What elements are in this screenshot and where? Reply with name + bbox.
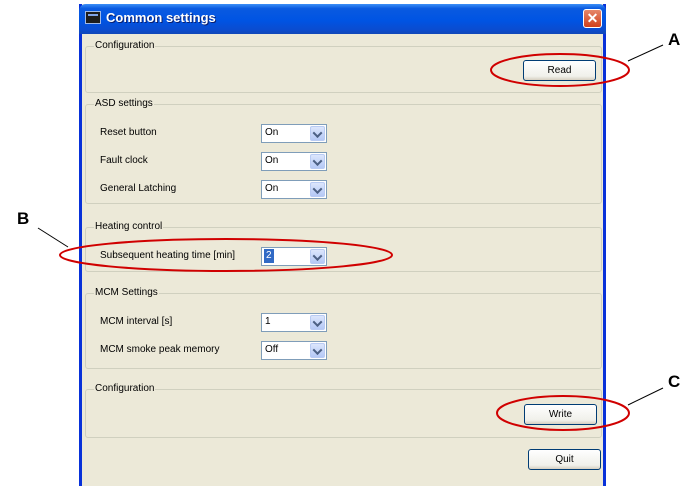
- callout-label-a: A: [668, 30, 681, 49]
- annotation-overlay: [37, 44, 664, 431]
- callout-label-c: C: [668, 372, 681, 391]
- callout-label-b: B: [17, 209, 30, 228]
- read-highlight-ellipse: [490, 53, 630, 87]
- callout-line-b: [37, 227, 69, 248]
- heating-highlight-ellipse: [59, 238, 393, 272]
- callout-line-c: [627, 387, 664, 406]
- callout-line-a: [627, 44, 664, 62]
- write-highlight-ellipse: [496, 395, 630, 431]
